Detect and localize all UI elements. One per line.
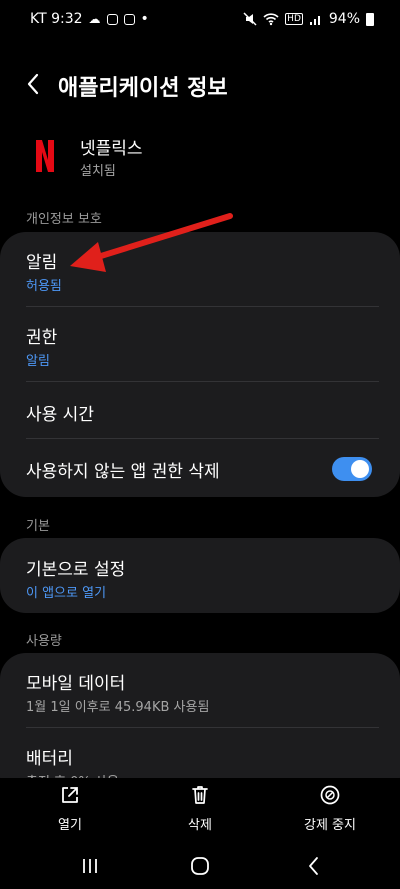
navigation-bar [0, 846, 400, 886]
battery-icon [366, 12, 374, 26]
permissions-value: 알림 [26, 354, 50, 369]
force-stop-label: 강제 중지 [304, 818, 356, 833]
notifications-title: 알림 [26, 253, 58, 273]
mobile-data-row[interactable]: 모바일 데이터 1월 1일 이후로 45.94KB 사용됨 [0, 653, 400, 727]
remove-permissions-toggle[interactable] [332, 457, 372, 481]
app-status: 설치됨 [80, 164, 116, 179]
bottom-action-bar: 열기 삭제 강제 중지 [0, 778, 400, 838]
chevron-left-icon[interactable] [22, 72, 46, 96]
cloud-icon: ☁ [88, 12, 101, 26]
force-stop-button[interactable]: 강제 중지 [280, 784, 380, 833]
open-button[interactable]: 열기 [20, 784, 120, 833]
instagram-icon [106, 13, 118, 25]
open-label: 열기 [58, 818, 82, 833]
trash-icon [192, 786, 208, 804]
status-left: KT 9:32 ☁ • [30, 11, 149, 27]
home-icon[interactable] [188, 854, 212, 878]
set-default-row[interactable]: 기본으로 설정 이 앱으로 열기 [0, 538, 400, 613]
instagram-icon-2 [123, 13, 135, 25]
section-label-usage: 사용량 [26, 634, 62, 649]
battery-text: 94% [328, 11, 360, 27]
stop-circle-icon [320, 785, 340, 805]
usage-time-row[interactable]: 사용 시간 [0, 382, 400, 438]
notifications-value: 허용됨 [26, 279, 62, 294]
set-default-title: 기본으로 설정 [26, 560, 126, 580]
usage-time-title: 사용 시간 [26, 405, 94, 425]
notification-dot: • [140, 11, 149, 27]
status-right: HD 94% [243, 11, 374, 27]
recent-apps-icon[interactable] [78, 854, 102, 878]
hd-label: HD [285, 13, 303, 25]
signal-icon [309, 16, 320, 25]
section-label-default: 기본 [26, 519, 50, 534]
mobile-data-value: 1월 1일 이후로 45.94KB 사용됨 [26, 700, 210, 715]
status-bar: KT 9:32 ☁ • HD 94% [0, 0, 400, 40]
permissions-row[interactable]: 권한 알림 [0, 307, 400, 381]
delete-button[interactable]: 삭제 [150, 784, 250, 833]
delete-label: 삭제 [188, 818, 212, 833]
permissions-title: 권한 [26, 328, 58, 348]
mute-icon [243, 12, 257, 26]
red-arrow-annotation [70, 213, 233, 272]
set-default-value: 이 앱으로 열기 [26, 586, 107, 601]
back-nav-icon[interactable] [302, 854, 326, 878]
battery-title: 배터리 [26, 749, 73, 769]
remove-permissions-row[interactable]: 사용하지 않는 앱 권한 삭제 [0, 439, 400, 497]
toggle-knob [351, 460, 369, 478]
carrier-time: KT 9:32 [30, 11, 83, 27]
header: 애플리케이션 정보 [0, 60, 400, 110]
open-external-icon [62, 787, 78, 803]
netflix-logo [36, 140, 54, 172]
app-name: 넷플릭스 [80, 139, 143, 159]
app-info: 넷플릭스 설치됨 [22, 130, 382, 190]
mobile-data-title: 모바일 데이터 [26, 674, 126, 694]
wifi-icon [263, 13, 279, 26]
default-card: 기본으로 설정 이 앱으로 열기 [0, 538, 400, 613]
remove-permissions-title: 사용하지 않는 앱 권한 삭제 [26, 462, 220, 482]
page-title: 애플리케이션 정보 [58, 76, 228, 101]
